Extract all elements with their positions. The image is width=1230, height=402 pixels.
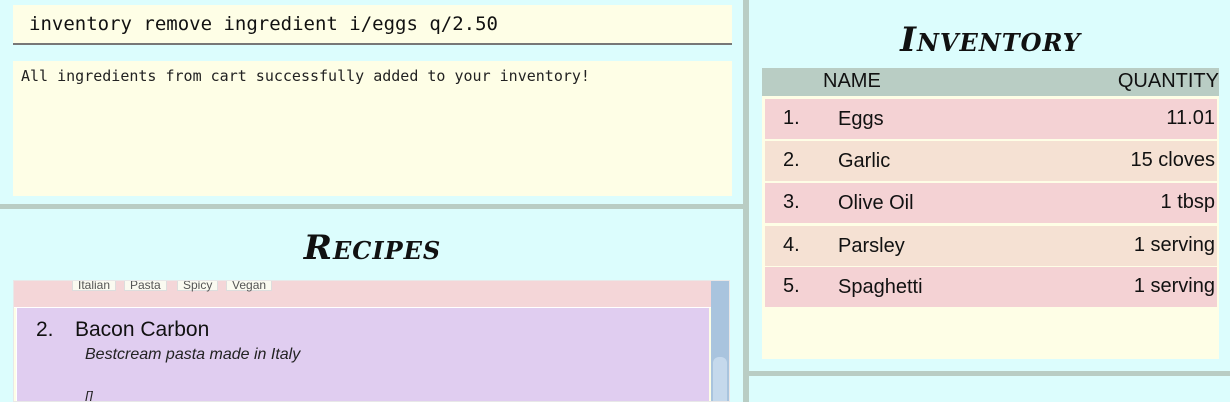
row-index: 3. (783, 191, 800, 213)
ingredient-quantity: 1 tbsp (1160, 191, 1215, 213)
recipe-tag: Vegan (226, 281, 273, 292)
pane-divider-horizontal[interactable] (0, 204, 746, 209)
inventory-table-header: NAME QUANTITY (762, 68, 1219, 96)
recipe-name: Bacon Carbon (75, 318, 210, 341)
ingredient-name: Garlic (838, 150, 891, 172)
inventory-row[interactable]: 5. Spaghetti 1 serving (765, 267, 1217, 307)
ingredient-name: Parsley (838, 235, 905, 257)
recipe-list-scrollbar[interactable] (711, 281, 729, 401)
inventory-row[interactable]: 4. Parsley 1 serving (765, 226, 1217, 266)
recipes-title: Recipes (303, 228, 442, 268)
recipe-card[interactable]: 2. Bacon Carbon Bestcream pasta made in … (16, 308, 709, 402)
recipe-index: 2. (36, 318, 54, 341)
inventory-row[interactable]: 1. Eggs 11.01 (765, 99, 1217, 139)
ingredient-name: Spaghetti (838, 276, 923, 298)
recipe-card-previous[interactable]: Italian Pasta Spicy Vegan (14, 281, 729, 308)
result-display: All ingredients from cart successfully a… (13, 61, 732, 196)
left-pane: inventory remove ingredient i/eggs q/2.5… (0, 0, 746, 402)
recipe-list[interactable]: Italian Pasta Spicy Vegan 2. Bacon Carbo… (13, 280, 730, 402)
app-window: inventory remove ingredient i/eggs q/2.5… (0, 0, 1230, 402)
column-header-name: NAME (823, 70, 881, 92)
row-index: 4. (783, 234, 800, 256)
inventory-row[interactable]: 3. Olive Oil 1 tbsp (765, 183, 1217, 223)
ingredient-name: Olive Oil (838, 192, 914, 214)
ingredient-quantity: 11.01 (1166, 107, 1215, 129)
recipe-tags: [] (85, 388, 93, 402)
row-index: 1. (783, 107, 800, 129)
ingredient-quantity: 1 serving (1133, 275, 1215, 297)
command-input[interactable]: inventory remove ingredient i/eggs q/2.5… (13, 5, 732, 45)
inventory-table: NAME QUANTITY 1. Eggs 11.01 2. Garlic 15… (762, 68, 1219, 359)
ingredient-name: Eggs (838, 108, 884, 130)
recipe-tag: Spicy (177, 281, 219, 292)
recipe-tag: Pasta (124, 281, 167, 292)
inventory-title: Inventory (900, 20, 1081, 60)
recipe-description: Bestcream pasta made in Italy (85, 346, 301, 363)
row-index: 5. (783, 275, 800, 297)
ingredient-quantity: 15 cloves (1130, 149, 1216, 171)
row-index: 2. (783, 149, 800, 171)
inventory-row[interactable]: 2. Garlic 15 cloves (765, 141, 1217, 181)
right-pane: Inventory NAME QUANTITY 1. Eggs 11.01 2.… (749, 0, 1230, 402)
pane-divider-horizontal[interactable] (749, 371, 1230, 376)
recipe-tag: Italian (72, 281, 117, 292)
ingredient-quantity: 1 serving (1133, 234, 1215, 256)
scrollbar-thumb[interactable] (713, 357, 727, 401)
column-header-quantity: QUANTITY (1117, 70, 1219, 92)
